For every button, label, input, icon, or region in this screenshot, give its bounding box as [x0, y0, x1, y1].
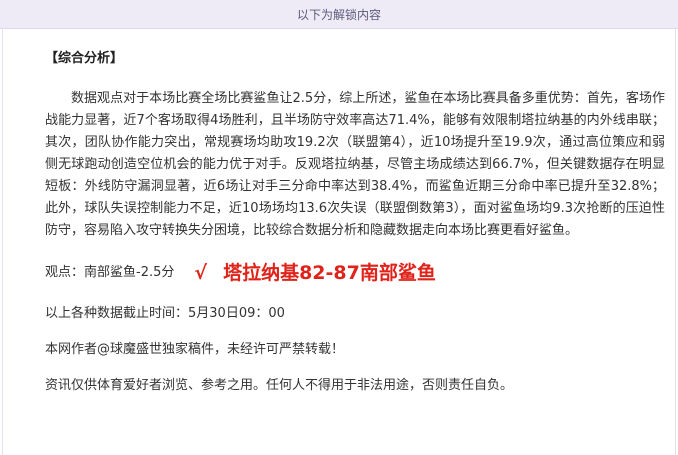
check-mark-icon: √	[194, 262, 208, 284]
disclaimer-notice: 资讯仅供体育爱好者浏览、参考之用。任何人不得用于非法用途，否则责任自负。	[45, 378, 514, 393]
data-cutoff-note: 以上各种数据截止时间：5月30日09：00	[45, 306, 285, 321]
article-frame: 【综合分析】 数据观点对于本场比赛全场比赛鲨鱼让2.5分，综上所述，鲨鱼在本场比…	[2, 28, 676, 455]
copyright-notice: 本网作者@球魔盛世独家稿件，未经许可严禁转载！	[45, 342, 345, 357]
final-score: 塔拉纳基82-87南部鲨鱼	[223, 262, 436, 284]
verdict-row: 观点：南部鲨鱼-2.5分 √ 塔拉纳基82-87南部鲨鱼	[45, 255, 665, 291]
page: 以下为解锁内容 【综合分析】 数据观点对于本场比赛全场比赛鲨鱼让2.5分，综上所…	[0, 0, 678, 455]
verdict-label: 观点：南部鲨鱼-2.5分	[45, 265, 175, 280]
banner-text: 以下为解锁内容	[296, 7, 381, 22]
analysis-paragraph: 数据观点对于本场比赛全场比赛鲨鱼让2.5分，综上所述，鲨鱼在本场比赛具备多重优势…	[45, 91, 665, 238]
article-content: 【综合分析】 数据观点对于本场比赛全场比赛鲨鱼让2.5分，综上所述，鲨鱼在本场比…	[45, 48, 665, 397]
unlocked-content-banner: 以下为解锁内容	[0, 0, 678, 29]
section-title: 【综合分析】	[45, 51, 124, 66]
